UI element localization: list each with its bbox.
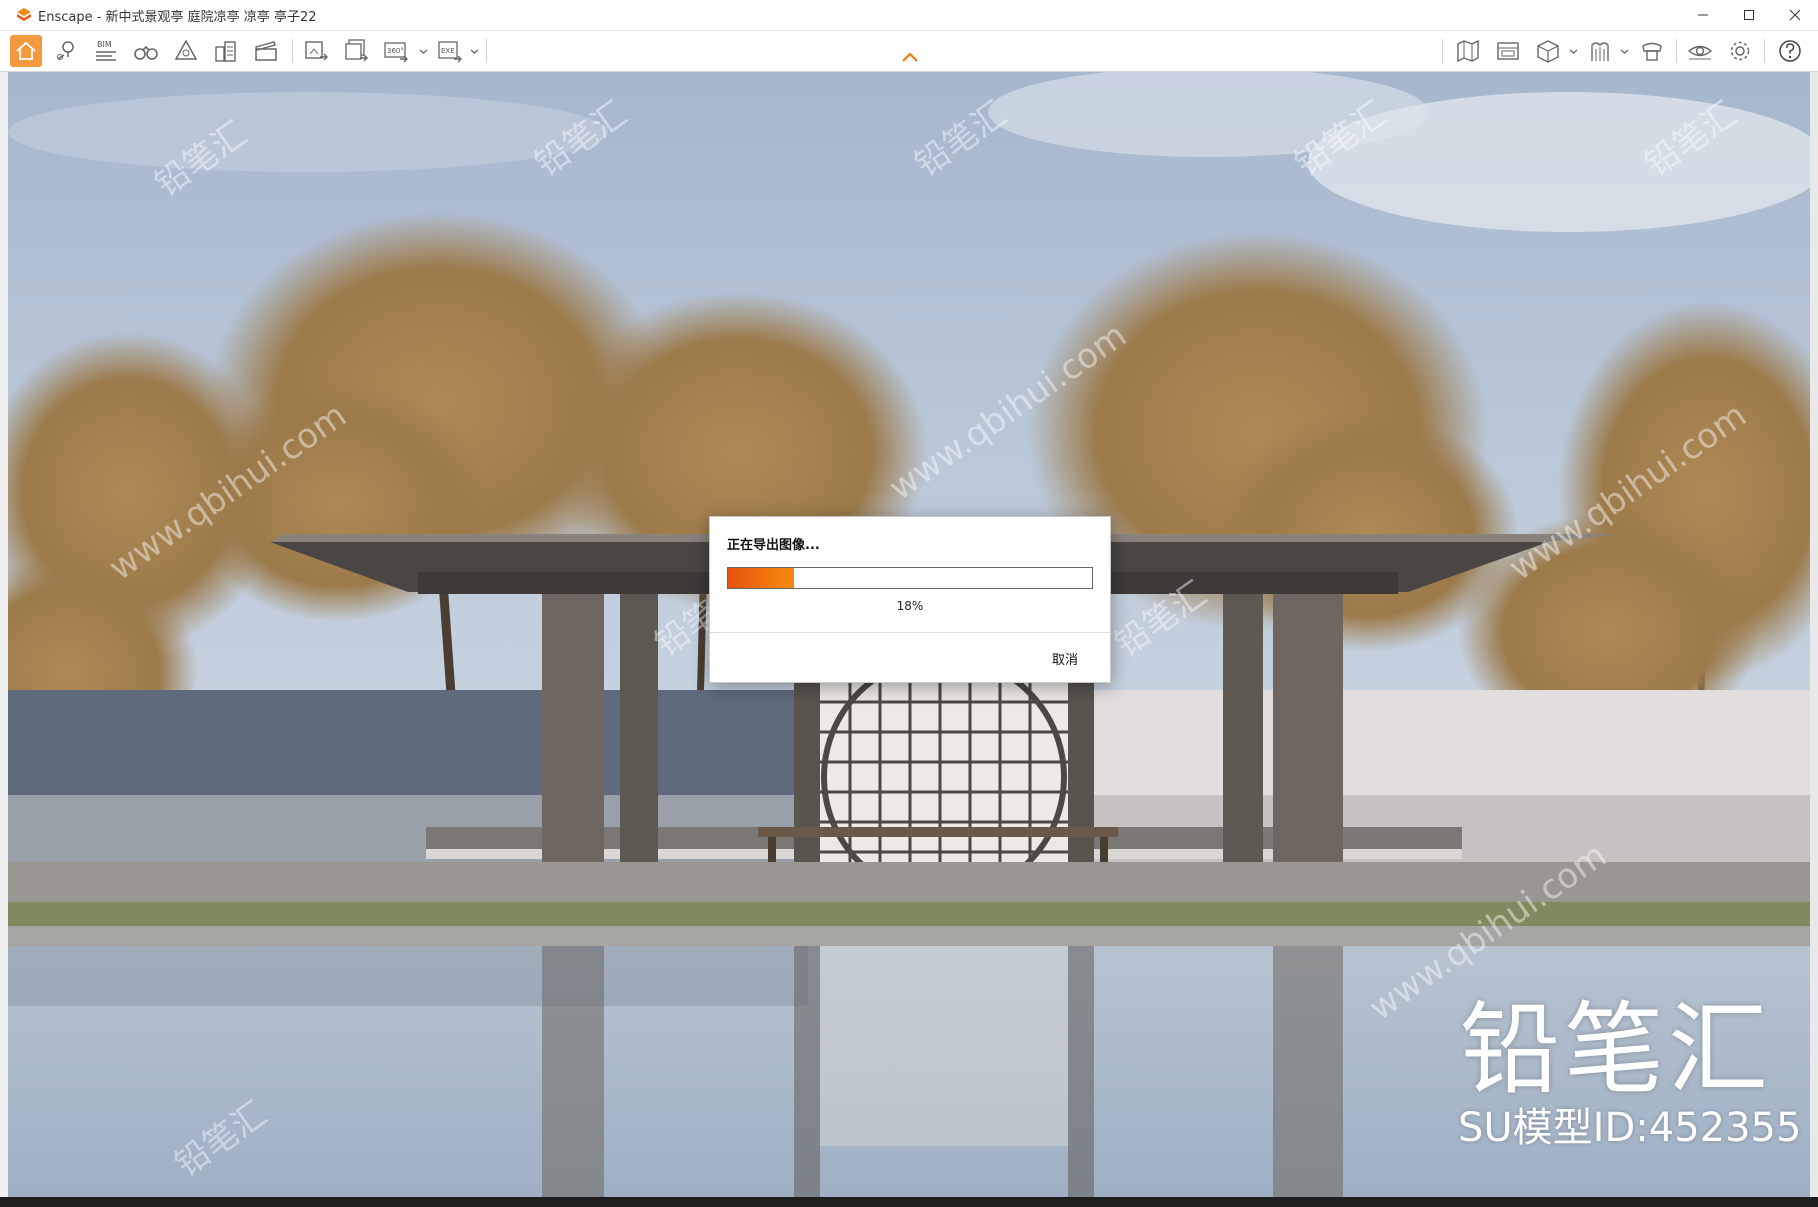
- window-title: Enscape - 新中式景观亭 庭院凉亭 凉亭 亭子22: [38, 9, 317, 25]
- settings-button[interactable]: [1724, 35, 1756, 67]
- home-icon: [16, 41, 36, 60]
- watermark-model-id: SU模型ID:452355: [1458, 1105, 1802, 1151]
- visual-settings-icon: [1642, 42, 1662, 61]
- exe-export-icon: EXE: [438, 41, 462, 63]
- clapperboard-button[interactable]: [250, 35, 282, 67]
- asset-library-button[interactable]: [1492, 35, 1524, 67]
- toolbar-separator: [292, 39, 293, 63]
- asset-library-icon: [1497, 42, 1519, 60]
- help-button[interactable]: [1774, 35, 1806, 67]
- view-eye-button[interactable]: [1684, 35, 1716, 67]
- svg-text:BIM: BIM: [97, 40, 112, 49]
- bottom-edge: [0, 1197, 1818, 1207]
- material-editor-icon: [1591, 42, 1609, 61]
- clapperboard-icon: [255, 41, 277, 61]
- toolbar-separator: [1764, 39, 1765, 63]
- location-pin-button[interactable]: [50, 35, 82, 67]
- close-button[interactable]: [1772, 0, 1818, 30]
- maximize-icon: [1744, 10, 1754, 20]
- chevron-down-icon[interactable]: [470, 47, 479, 56]
- buildings-icon: [215, 41, 236, 62]
- left-edge: [0, 72, 8, 1197]
- progress-bar-fill: [728, 568, 794, 588]
- buildings-button[interactable]: [210, 35, 242, 67]
- minimize-icon: [1698, 14, 1708, 16]
- batch-render-button[interactable]: [340, 35, 372, 67]
- home-button[interactable]: [10, 35, 42, 67]
- binoculars-icon: [134, 45, 158, 60]
- bim-icon: BIM: [96, 40, 116, 61]
- panorama-360-icon: 360°: [384, 42, 408, 63]
- screenshot-button[interactable]: [300, 35, 332, 67]
- perspective-button[interactable]: [170, 35, 202, 67]
- title-bar: Enscape - 新中式景观亭 庭院凉亭 凉亭 亭子22: [0, 0, 1818, 31]
- perspective-icon: [174, 39, 198, 60]
- panorama-360-button[interactable]: 360°: [380, 35, 412, 67]
- export-progress-dialog: 正在导出图像... 18% 取消: [709, 516, 1111, 683]
- batch-render-icon: [345, 39, 368, 62]
- progress-bar: [727, 567, 1093, 589]
- cube-button[interactable]: [1532, 35, 1564, 67]
- minimize-button[interactable]: [1680, 0, 1726, 30]
- close-icon: [1789, 9, 1801, 21]
- visual-settings-button[interactable]: [1636, 35, 1668, 67]
- help-icon: [1779, 40, 1801, 62]
- toolbar-separator: [486, 39, 487, 63]
- svg-text:360°: 360°: [387, 47, 404, 55]
- chevron-down-icon[interactable]: [1620, 47, 1629, 56]
- cube-icon: [1537, 40, 1559, 63]
- chevron-down-icon[interactable]: [419, 47, 428, 56]
- view-eye-icon: [1687, 45, 1713, 60]
- toolbar: BIM 360° EXE: [0, 31, 1818, 72]
- map-button[interactable]: [1452, 35, 1484, 67]
- svg-text:EXE: EXE: [441, 47, 455, 55]
- maximize-button[interactable]: [1726, 0, 1772, 30]
- map-icon: [1457, 39, 1479, 63]
- screenshot-icon: [305, 41, 328, 61]
- chevron-down-icon[interactable]: [1569, 47, 1578, 56]
- progress-percent: 18%: [896, 599, 924, 613]
- settings-gear-icon: [1730, 41, 1750, 61]
- bim-button[interactable]: BIM: [90, 35, 122, 67]
- toolbar-separator: [1676, 39, 1677, 63]
- dialog-heading: 正在导出图像...: [727, 538, 820, 553]
- binoculars-button[interactable]: [130, 35, 162, 67]
- location-pin-icon: [57, 41, 74, 60]
- chevron-up-icon[interactable]: [901, 51, 919, 63]
- dialog-divider: [710, 632, 1110, 633]
- enscape-logo-icon: [17, 8, 31, 21]
- watermark-brand: 铅笔汇: [1460, 991, 1772, 1108]
- right-edge: [1810, 72, 1818, 1197]
- material-editor-button[interactable]: [1584, 35, 1616, 67]
- cancel-button[interactable]: 取消: [1052, 649, 1078, 668]
- exe-export-button[interactable]: EXE: [434, 35, 466, 67]
- toolbar-separator: [1442, 39, 1443, 63]
